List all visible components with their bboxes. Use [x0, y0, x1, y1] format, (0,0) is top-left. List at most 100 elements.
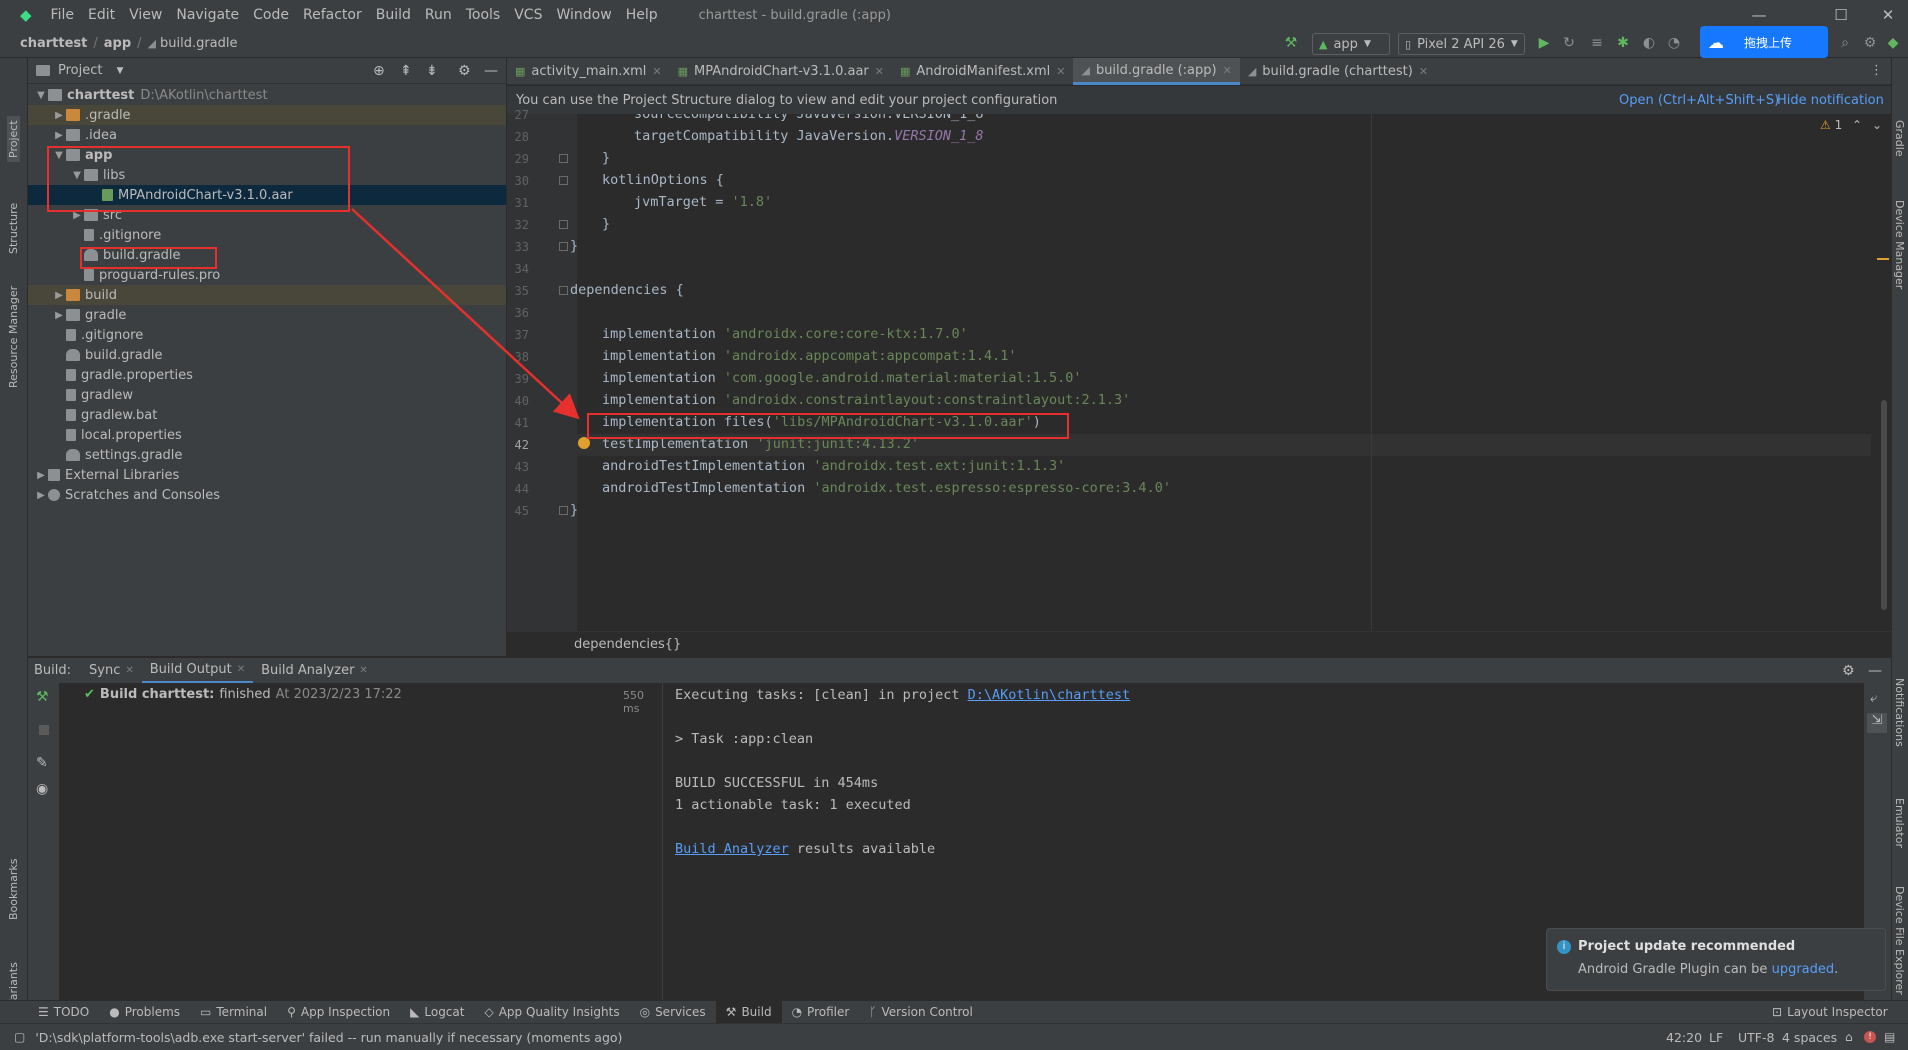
tool-build[interactable]: ⚒ Build: [715, 1000, 782, 1024]
profile-icon[interactable]: ◐: [1640, 35, 1658, 53]
tab-build-gradle-project[interactable]: ◢ build.gradle (charttest) ✕: [1240, 58, 1436, 85]
hide-icon[interactable]: —: [484, 63, 498, 79]
tree-item-charttest[interactable]: ▼ charttest D:\AKotlin\charttest: [28, 85, 506, 105]
tree-item-local-properties[interactable]: local.properties: [28, 425, 506, 445]
fold-marker-icon[interactable]: [559, 176, 568, 185]
tool-terminal[interactable]: ▭ Terminal: [190, 1001, 277, 1024]
tab-mpandroidchart[interactable]: ▦ MPAndroidChart-v3.1.0.aar ✕: [670, 58, 892, 85]
rerun-icon[interactable]: ↻: [1560, 35, 1578, 53]
tab-build-output[interactable]: Build Output ✕: [141, 658, 254, 684]
tree-item-scratches[interactable]: ▶ Scratches and Consoles: [28, 485, 506, 505]
target-icon[interactable]: ⊕: [373, 63, 385, 79]
chevron-down-icon[interactable]: ▼: [116, 66, 123, 76]
fold-marker-icon[interactable]: [559, 154, 568, 163]
project-path-link[interactable]: D:\AKotlin\charttest: [968, 687, 1131, 703]
eye-icon[interactable]: ◉: [36, 781, 48, 797]
hammer-icon[interactable]: ⚒: [1282, 35, 1300, 53]
tool-app-quality-insights[interactable]: ◇ App Quality Insights: [474, 1001, 629, 1024]
close-icon[interactable]: ✕: [1879, 6, 1897, 24]
tree-item-root-gitignore[interactable]: .gitignore: [28, 325, 506, 345]
gear-icon[interactable]: ⚙: [1842, 663, 1855, 679]
status-message[interactable]: 'D:\sdk\platform-tools\adb.exe start-ser…: [35, 1030, 622, 1045]
tab-sync[interactable]: Sync ✕: [81, 658, 142, 684]
close-icon[interactable]: ✕: [875, 65, 884, 78]
menu-refactor[interactable]: Refactor: [296, 7, 369, 23]
tool-app-inspection[interactable]: ⚲ App Inspection: [277, 1001, 400, 1024]
scroll-to-end-icon[interactable]: ⇲: [1867, 713, 1887, 733]
breadcrumb-file[interactable]: build.gradle: [160, 36, 238, 51]
menu-vcs[interactable]: VCS: [507, 7, 549, 23]
chevron-down-icon[interactable]: ⌄: [1872, 118, 1882, 132]
upgrade-link[interactable]: upgraded: [1772, 962, 1835, 977]
tree-item-external-libraries[interactable]: ▶ External Libraries: [28, 465, 506, 485]
menu-code[interactable]: Code: [246, 7, 296, 23]
tree-item-settings-gradle[interactable]: settings.gradle: [28, 445, 506, 465]
debug-icon[interactable]: ✱: [1614, 35, 1632, 53]
soft-wrap-icon[interactable]: ⤶: [1870, 691, 1877, 706]
caret-position[interactable]: 42:20: [1666, 1030, 1702, 1045]
tree-item-gradlew[interactable]: gradlew: [28, 385, 506, 405]
run-config-select[interactable]: ▲ app ▼: [1312, 33, 1390, 55]
error-icon[interactable]: !: [1864, 1031, 1876, 1043]
fold-marker-icon[interactable]: [559, 220, 568, 229]
update-notification-popup[interactable]: i Project update recommended Android Gra…: [1546, 928, 1886, 991]
baidu-upload-widget[interactable]: ☁ 拖拽上传: [1700, 26, 1828, 58]
code-breadcrumb[interactable]: dependencies{}: [574, 637, 681, 652]
gear-icon[interactable]: ⚙: [458, 63, 471, 79]
tool-todo[interactable]: ☰ TODO: [28, 1001, 99, 1024]
warning-indicator[interactable]: ⚠ 1 ⌃ ⌄: [1820, 118, 1882, 132]
menu-edit[interactable]: Edit: [81, 7, 122, 23]
square-icon[interactable]: ▢: [14, 1030, 25, 1044]
menu-window[interactable]: Window: [549, 7, 618, 23]
tool-services[interactable]: ◎ Services: [630, 1001, 716, 1024]
run-icon[interactable]: ▶: [1535, 35, 1553, 53]
stop-icon[interactable]: [39, 725, 49, 735]
tab-build-gradle-app[interactable]: ◢ build.gradle (:app) ✕: [1073, 58, 1240, 85]
tool-logcat[interactable]: ◣ Logcat: [400, 1001, 474, 1024]
search-icon[interactable]: ⌕: [1836, 35, 1854, 53]
tool-device-manager[interactable]: Device Manager: [1893, 200, 1906, 289]
close-icon[interactable]: ✕: [652, 65, 661, 78]
tool-notifications[interactable]: Notifications: [1893, 678, 1906, 747]
tree-item-idea[interactable]: ▶ .idea: [28, 125, 506, 145]
build-analyzer-link[interactable]: Build Analyzer: [675, 841, 789, 857]
line-separator[interactable]: LF: [1709, 1030, 1723, 1045]
close-icon[interactable]: ✕: [1056, 65, 1065, 78]
breadcrumb-project[interactable]: charttest: [20, 36, 87, 51]
close-icon[interactable]: ✕: [237, 664, 245, 675]
pin-icon[interactable]: ✎: [36, 755, 48, 771]
tool-emulator[interactable]: Emulator: [1893, 798, 1906, 848]
tool-resource-manager[interactable]: Resource Manager: [7, 286, 20, 388]
close-icon[interactable]: ✕: [1223, 64, 1232, 77]
menu-file[interactable]: File: [44, 7, 81, 23]
tab-build-analyzer[interactable]: Build Analyzer ✕: [253, 658, 376, 684]
open-project-structure-link[interactable]: Open (Ctrl+Alt+Shift+S): [1619, 93, 1779, 108]
tree-item-build[interactable]: ▶ build: [28, 285, 506, 305]
tree-item-gradle-dir[interactable]: ▶ .gradle: [28, 105, 506, 125]
tool-gradle[interactable]: Gradle: [1893, 120, 1906, 157]
more-tabs-icon[interactable]: ⋮: [1870, 63, 1883, 78]
fold-marker-icon[interactable]: [559, 506, 568, 515]
tool-version-control[interactable]: ᚴ Version Control: [859, 1001, 983, 1024]
menu-run[interactable]: Run: [418, 7, 459, 23]
tree-item-gradle-properties[interactable]: gradle.properties: [28, 365, 506, 385]
tree-item-gradle-folder[interactable]: ▶ gradle: [28, 305, 506, 325]
tool-structure[interactable]: Structure: [7, 203, 20, 254]
hide-icon[interactable]: —: [1868, 663, 1882, 679]
close-icon[interactable]: ✕: [1419, 65, 1428, 78]
tree-item-app-gitignore[interactable]: .gitignore: [28, 225, 506, 245]
fold-marker-icon[interactable]: [559, 286, 568, 295]
lock-icon[interactable]: ⌂: [1845, 1030, 1853, 1044]
tab-android-manifest[interactable]: ▦ AndroidManifest.xml ✕: [892, 58, 1073, 85]
tool-layout-inspector[interactable]: ⊡ Layout Inspector: [1762, 1001, 1898, 1024]
gemini-icon[interactable]: ◆: [1884, 35, 1902, 53]
tool-problems[interactable]: ● Problems: [99, 1001, 190, 1024]
editor-scrollbar[interactable]: [1881, 400, 1887, 610]
close-icon[interactable]: ✕: [125, 665, 133, 676]
gauge-icon[interactable]: ◔: [1665, 35, 1683, 53]
hide-notification-link[interactable]: Hide notification: [1777, 93, 1884, 108]
tool-bookmarks[interactable]: Bookmarks: [7, 859, 20, 920]
minimize-icon[interactable]: —: [1750, 6, 1768, 24]
file-encoding[interactable]: UTF-8: [1738, 1030, 1774, 1045]
project-view-select[interactable]: Project: [58, 63, 102, 78]
